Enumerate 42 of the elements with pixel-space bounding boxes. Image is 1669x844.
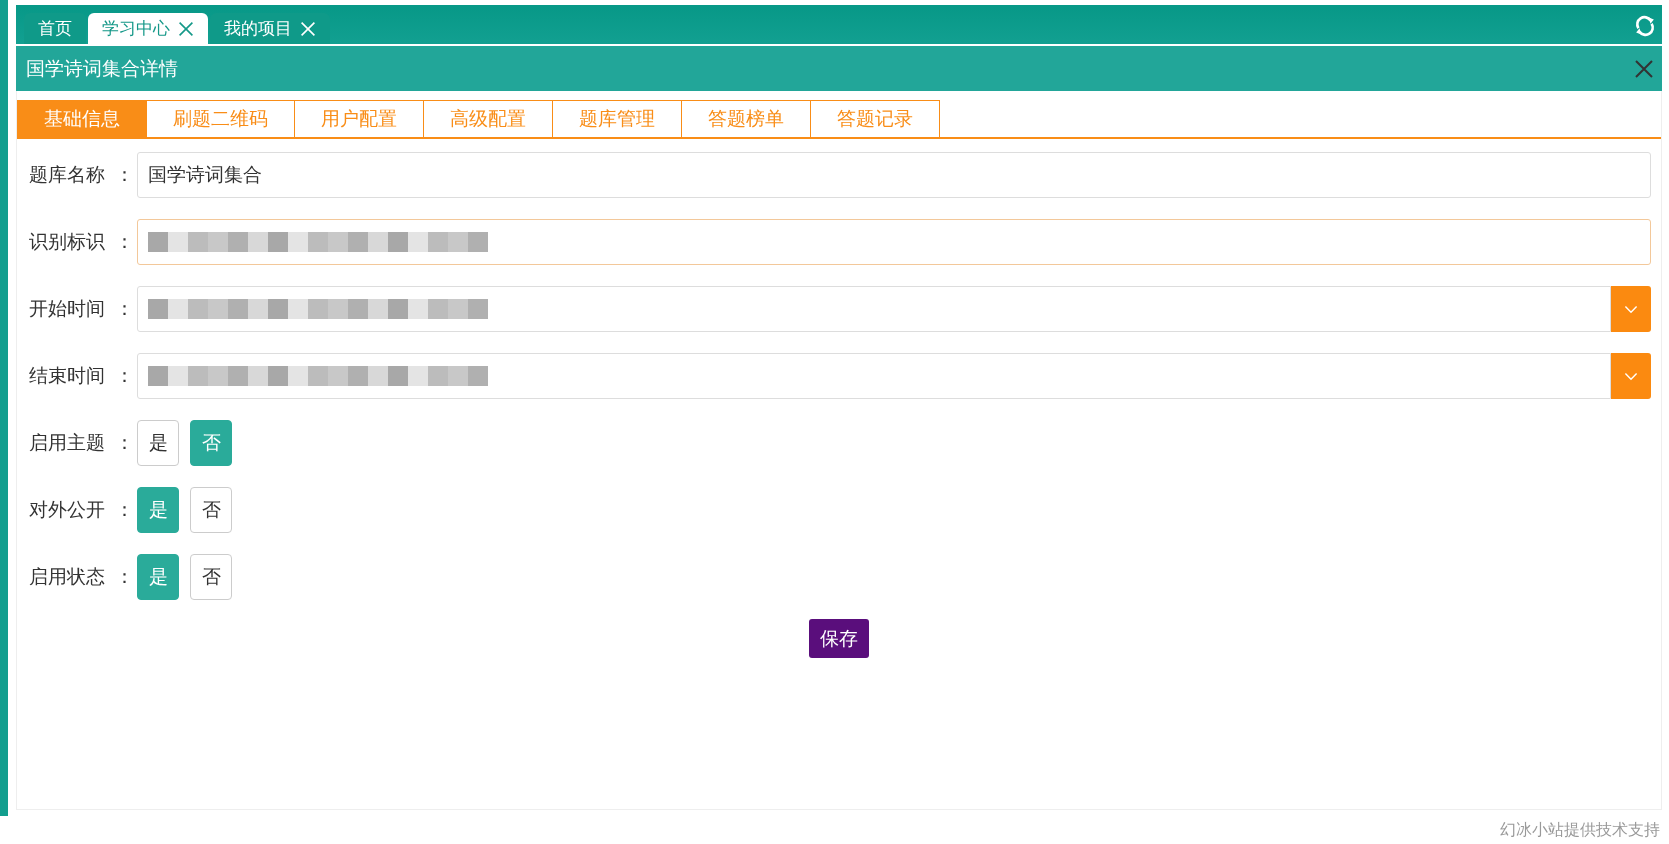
footer-text: 幻冰小站提供技术支持 <box>1500 820 1660 841</box>
page-tab[interactable]: 首页 <box>24 13 86 44</box>
tab[interactable]: 基础信息 <box>17 100 147 137</box>
dropdown-button[interactable] <box>1611 286 1651 332</box>
tab[interactable]: 刷题二维码 <box>147 100 295 137</box>
field-label: 对外公开 <box>29 497 106 522</box>
input-field[interactable]: 国学诗词集合 <box>137 152 1651 198</box>
tab[interactable]: 答题榜单 <box>682 100 811 137</box>
colon: ： <box>113 497 135 522</box>
colon: ： <box>113 430 135 455</box>
option-button[interactable]: 是 <box>137 420 179 466</box>
field-label: 识别标识 <box>29 229 106 254</box>
colon: ： <box>113 162 135 187</box>
input-field[interactable] <box>137 353 1611 399</box>
dropdown-button[interactable] <box>1611 353 1651 399</box>
field-label: 启用状态 <box>29 564 106 589</box>
option-button[interactable]: 否 <box>190 420 232 466</box>
close-icon[interactable] <box>1634 58 1654 79</box>
option-button[interactable]: 是 <box>137 487 179 533</box>
page-tab[interactable]: 学习中心 <box>88 13 208 44</box>
field-label: 启用主题 <box>29 430 106 455</box>
tab[interactable]: 答题记录 <box>811 100 940 137</box>
colon: ： <box>113 363 135 388</box>
field-label: 题库名称 <box>29 162 106 187</box>
refresh-icon[interactable] <box>1634 15 1656 37</box>
save-button[interactable]: 保存 <box>809 619 869 658</box>
option-button[interactable]: 是 <box>137 554 179 600</box>
option-button[interactable]: 否 <box>190 554 232 600</box>
option-button[interactable]: 否 <box>190 487 232 533</box>
close-icon[interactable] <box>178 20 194 37</box>
page-tab[interactable]: 我的项目 <box>210 13 330 44</box>
input-field[interactable] <box>137 286 1611 332</box>
colon: ： <box>113 564 135 589</box>
field-label: 结束时间 <box>29 363 106 388</box>
input-field[interactable] <box>137 219 1651 265</box>
field-label: 开始时间 <box>29 296 106 321</box>
colon: ： <box>113 296 135 321</box>
tab[interactable]: 高级配置 <box>424 100 553 137</box>
colon: ： <box>113 229 135 254</box>
tab[interactable]: 用户配置 <box>295 100 424 137</box>
panel-title: 国学诗词集合详情 <box>26 55 178 81</box>
tab[interactable]: 题库管理 <box>553 100 682 137</box>
